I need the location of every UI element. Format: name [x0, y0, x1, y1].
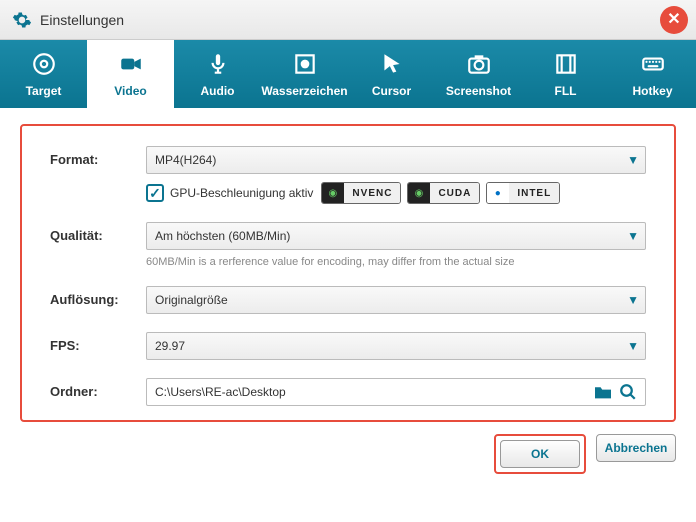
nvidia-icon: ◉ — [408, 183, 430, 203]
check-icon: ✓ — [149, 185, 161, 202]
row-folder: Ordner: C:\Users\RE-ac\Desktop — [50, 378, 646, 406]
nvidia-icon: ◉ — [322, 183, 344, 203]
gpu-label: GPU-Beschleunigung aktiv — [170, 186, 313, 200]
ok-button[interactable]: OK — [500, 440, 580, 468]
intel-icon: ● — [487, 183, 509, 203]
cancel-button[interactable]: Abbrechen — [596, 434, 676, 462]
tab-hotkey[interactable]: Hotkey — [609, 40, 696, 108]
target-icon — [30, 50, 58, 78]
content: Format: MP4(H264) ▼ ✓ GPU-Beschleunigung… — [0, 108, 696, 522]
badge-nvenc: ◉NVENC — [321, 182, 401, 204]
format-label: Format: — [50, 146, 146, 167]
quality-hint: 60MB/Min is a rerference value for encod… — [146, 256, 646, 268]
tabs: Target Video Audio Wasserzeichen Cursor … — [0, 40, 696, 108]
quality-select[interactable]: Am höchsten (60MB/Min) ▼ — [146, 222, 646, 250]
chevron-down-icon: ▼ — [627, 339, 639, 353]
folder-open-icon[interactable] — [593, 384, 613, 400]
audio-icon — [204, 50, 232, 78]
cursor-icon — [378, 50, 406, 78]
row-resolution: Auflösung: Originalgröße ▼ — [50, 286, 646, 314]
tab-screenshot[interactable]: Screenshot — [435, 40, 522, 108]
folder-label: Ordner: — [50, 378, 146, 399]
fps-label: FPS: — [50, 332, 146, 353]
folder-input[interactable]: C:\Users\RE-ac\Desktop — [146, 378, 646, 406]
keyboard-icon — [639, 50, 667, 78]
watermark-icon — [291, 50, 319, 78]
chevron-down-icon: ▼ — [627, 153, 639, 167]
titlebar: Einstellungen ✕ — [0, 0, 696, 40]
row-format: Format: MP4(H264) ▼ ✓ GPU-Beschleunigung… — [50, 146, 646, 204]
window-title: Einstellungen — [40, 12, 124, 28]
footer: OK Abbrechen — [20, 422, 676, 474]
tab-video[interactable]: Video — [87, 40, 174, 108]
quality-label: Qualität: — [50, 222, 146, 243]
tab-cursor[interactable]: Cursor — [348, 40, 435, 108]
film-icon — [552, 50, 580, 78]
search-icon[interactable] — [619, 383, 637, 401]
camera-icon — [465, 50, 493, 78]
format-select[interactable]: MP4(H264) ▼ — [146, 146, 646, 174]
row-fps: FPS: 29.97 ▼ — [50, 332, 646, 360]
gpu-checkbox[interactable]: ✓ — [146, 184, 164, 202]
settings-panel: Format: MP4(H264) ▼ ✓ GPU-Beschleunigung… — [20, 124, 676, 422]
resolution-label: Auflösung: — [50, 286, 146, 307]
fps-select[interactable]: 29.97 ▼ — [146, 332, 646, 360]
close-icon: ✕ — [667, 12, 680, 28]
ok-highlight: OK — [494, 434, 586, 474]
tab-target[interactable]: Target — [0, 40, 87, 108]
row-quality: Qualität: Am höchsten (60MB/Min) ▼ 60MB/… — [50, 222, 646, 268]
chevron-down-icon: ▼ — [627, 293, 639, 307]
badge-cuda: ◉CUDA — [407, 182, 480, 204]
tab-fll[interactable]: FLL — [522, 40, 609, 108]
gpu-row: ✓ GPU-Beschleunigung aktiv ◉NVENC ◉CUDA … — [146, 182, 646, 204]
resolution-select[interactable]: Originalgröße ▼ — [146, 286, 646, 314]
tab-audio[interactable]: Audio — [174, 40, 261, 108]
chevron-down-icon: ▼ — [627, 229, 639, 243]
badge-intel: ●INTEL — [486, 182, 560, 204]
tab-watermark[interactable]: Wasserzeichen — [261, 40, 348, 108]
video-icon — [117, 50, 145, 78]
gear-icon — [12, 10, 32, 30]
close-button[interactable]: ✕ — [660, 6, 688, 34]
